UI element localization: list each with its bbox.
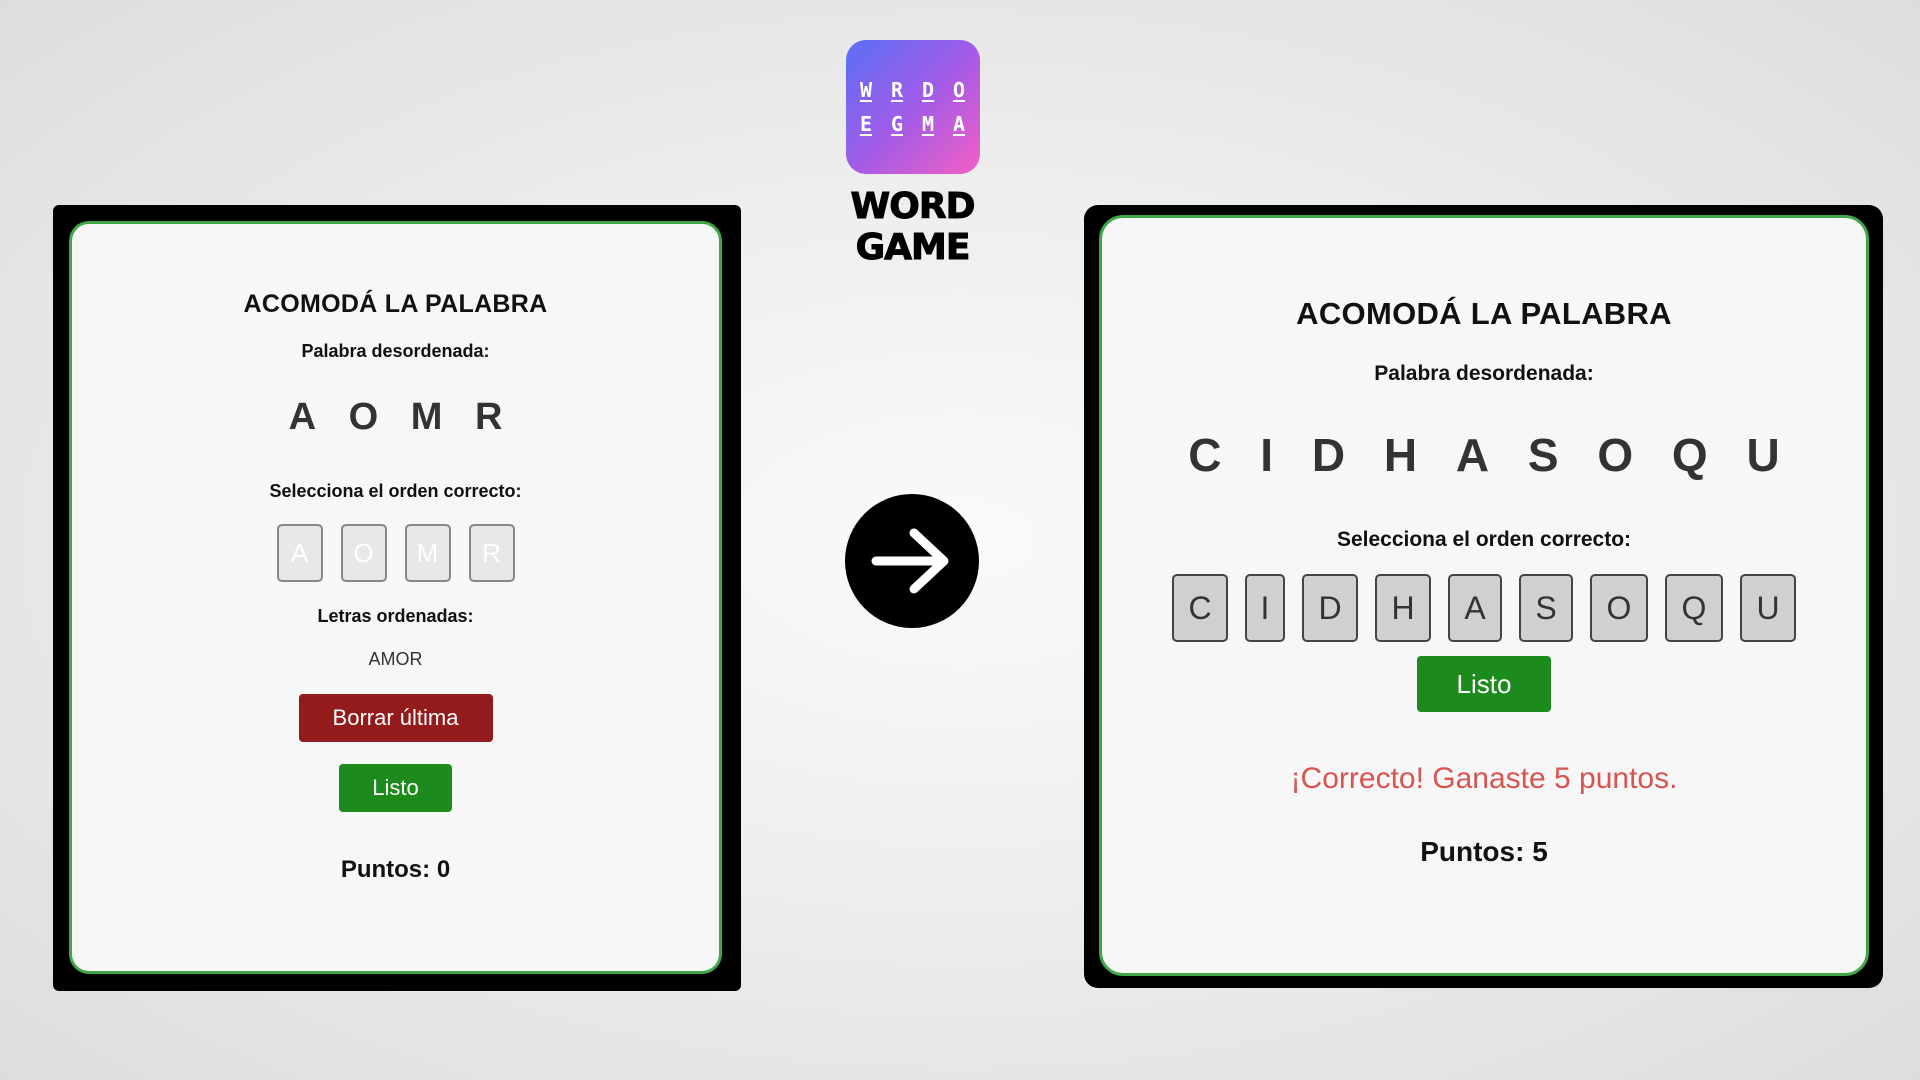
letter-tile[interactable]: O	[1590, 574, 1648, 642]
scrambled-letter: C	[1188, 429, 1222, 481]
right-screen-frame: ACOMODÁ LA PALABRA Palabra desordenada: …	[1084, 205, 1883, 988]
letter-tile[interactable]: H	[1375, 574, 1431, 642]
icon-letter: M	[921, 112, 935, 136]
letter-tile[interactable]: A	[1448, 574, 1502, 642]
delete-last-button[interactable]: Borrar última	[298, 694, 493, 742]
done-button[interactable]: Listo	[1417, 656, 1551, 712]
page-title: ACOMODÁ LA PALABRA	[1296, 296, 1672, 331]
scrambled-letter: O	[1597, 429, 1634, 481]
scrambled-word: C I D H A S O Q U	[1102, 428, 1866, 482]
scrambled-letter: A	[1455, 429, 1490, 481]
icon-letter: D	[921, 78, 935, 102]
game-card-left: ACOMODÁ LA PALABRA Palabra desordenada: …	[69, 221, 722, 974]
scrambled-letter: H	[1383, 429, 1418, 481]
letter-tile[interactable]: Q	[1665, 574, 1723, 642]
result-message: ¡Correcto! Ganaste 5 puntos.	[1290, 762, 1678, 795]
scrambled-letter: A	[288, 396, 317, 438]
letter-tiles: A O M R	[72, 524, 719, 582]
brand-logo: W R D O E G M A WORD GAME	[790, 40, 1035, 269]
score: Puntos: 5	[1420, 836, 1548, 867]
select-label: Selecciona el orden correcto:	[1336, 528, 1632, 551]
letter-tile[interactable]: I	[1245, 574, 1285, 642]
letter-tile[interactable]: M	[404, 524, 451, 582]
ordered-value: AMOR	[368, 649, 423, 669]
scrambled-letter: I	[1260, 429, 1274, 481]
game-card-right: ACOMODÁ LA PALABRA Palabra desordenada: …	[1099, 215, 1869, 976]
letter-tile[interactable]: S	[1519, 574, 1573, 642]
left-screen-frame: ACOMODÁ LA PALABRA Palabra desordenada: …	[53, 205, 741, 991]
done-button[interactable]: Listo	[339, 764, 452, 812]
letter-tile[interactable]: U	[1740, 574, 1796, 642]
scrambled-letter: M	[410, 396, 443, 438]
icon-letter: W	[859, 78, 873, 102]
brand-name: WORD GAME	[850, 186, 976, 269]
scrambled-label: Palabra desordenada:	[1374, 362, 1594, 385]
letter-tile[interactable]: D	[1302, 574, 1358, 642]
scrambled-letter: R	[474, 396, 503, 438]
icon-letter: E	[859, 112, 873, 136]
scrambled-letter: O	[348, 396, 379, 438]
scrambled-label: Palabra desordenada:	[301, 341, 490, 361]
ordered-label: Letras ordenadas:	[317, 606, 474, 626]
arrow-right-icon	[845, 494, 979, 628]
page-title: ACOMODÁ LA PALABRA	[243, 290, 548, 318]
icon-letter: O	[952, 78, 966, 102]
scrambled-letter: Q	[1671, 429, 1708, 481]
icon-letter: G	[890, 112, 904, 136]
scrambled-letter: U	[1746, 429, 1780, 481]
icon-letter: R	[890, 78, 904, 102]
score: Puntos: 0	[340, 856, 451, 883]
scrambled-letter: S	[1527, 429, 1559, 481]
letter-tile[interactable]: A	[276, 524, 323, 582]
letter-tiles: C I D H A S O Q U	[1102, 574, 1866, 642]
icon-row-2: E G M A	[856, 112, 970, 136]
scrambled-letter: D	[1311, 429, 1346, 481]
letter-tile[interactable]: C	[1172, 574, 1228, 642]
app-icon: W R D O E G M A	[845, 40, 980, 174]
letter-tile[interactable]: O	[340, 524, 387, 582]
scrambled-word: A O M R	[72, 396, 719, 439]
icon-row-1: W R D O	[856, 78, 970, 102]
select-label: Selecciona el orden correcto:	[269, 481, 522, 501]
icon-letter: A	[952, 112, 966, 136]
arrow-glyph	[871, 528, 949, 594]
letter-tile[interactable]: R	[468, 524, 515, 582]
